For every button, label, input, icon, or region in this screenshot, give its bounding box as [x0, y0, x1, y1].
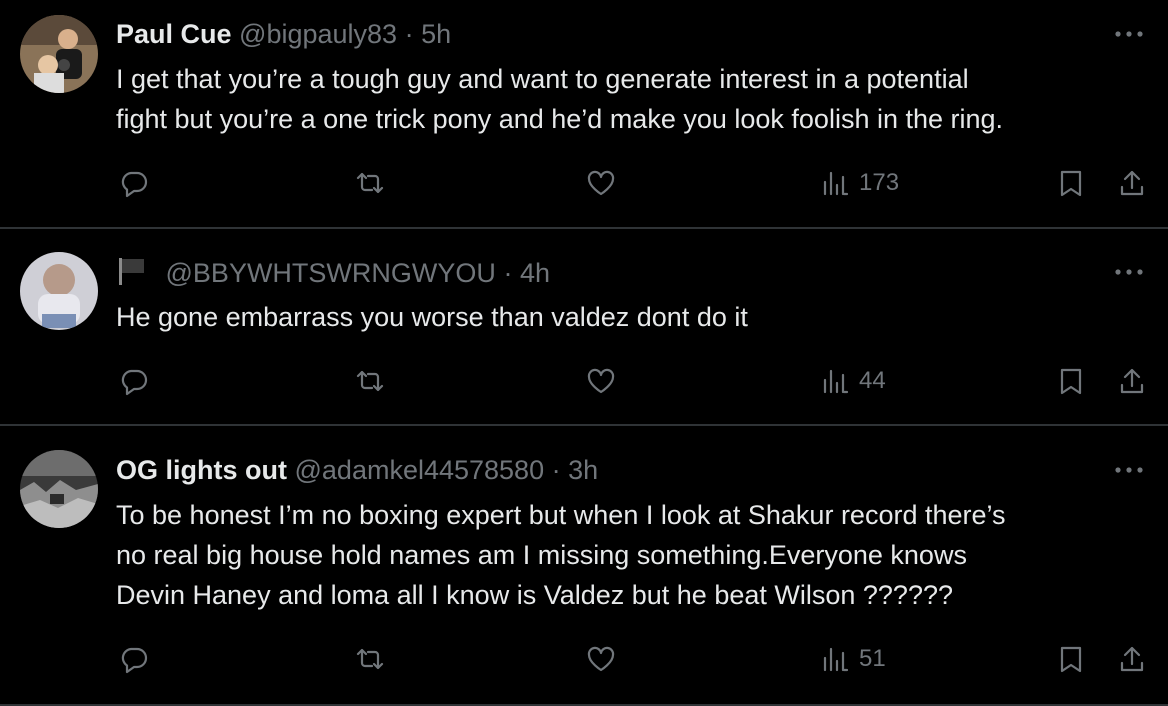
- flag-icon: [116, 256, 148, 293]
- reply-icon: [121, 369, 148, 396]
- avatar[interactable]: [20, 15, 98, 93]
- timestamp[interactable]: 4h: [520, 258, 550, 288]
- share-icon: [1120, 646, 1144, 672]
- reply-button[interactable]: [119, 361, 149, 401]
- tweet-text: To be honest I’m no boxing expert but wh…: [116, 500, 1006, 610]
- like-icon: [587, 170, 615, 196]
- view-count: 51: [859, 645, 886, 672]
- bookmark-button[interactable]: [1056, 163, 1086, 203]
- tweet-text: He gone embarrass you worse than valdez …: [116, 302, 748, 332]
- retweet-button[interactable]: [355, 163, 385, 203]
- more-icon[interactable]: [1112, 24, 1146, 44]
- separator: ·: [551, 455, 561, 485]
- retweet-button[interactable]: [355, 639, 385, 679]
- reply-icon: [121, 647, 148, 674]
- separator: ·: [503, 258, 513, 288]
- retweet-icon: [356, 370, 384, 392]
- like-button[interactable]: [586, 361, 616, 401]
- user-handle[interactable]: @BBYWHTSWRNGWYOU: [166, 258, 496, 288]
- view-count: 173: [859, 169, 900, 196]
- bookmark-icon: [1060, 646, 1082, 673]
- display-name[interactable]: Paul Cue: [116, 19, 232, 49]
- tweet-header: @BBYWHTSWRNGWYOU · 4h: [116, 256, 550, 293]
- like-button[interactable]: [586, 163, 616, 203]
- views-button[interactable]: 173: [821, 163, 899, 203]
- separator: ·: [404, 19, 414, 49]
- share-icon: [1120, 368, 1144, 394]
- share-button[interactable]: [1117, 163, 1147, 203]
- views-button[interactable]: 44: [821, 361, 886, 401]
- avatar[interactable]: [20, 252, 98, 330]
- action-bar: 51: [0, 639, 1168, 679]
- avatar[interactable]: [20, 450, 98, 528]
- tweet-header: OG lights out @adamkel44578580 · 3h: [116, 454, 598, 486]
- view-count: 44: [859, 367, 886, 394]
- views-icon: [823, 647, 849, 672]
- bookmark-icon: [1060, 170, 1082, 197]
- retweet-button[interactable]: [355, 361, 385, 401]
- user-handle[interactable]: @bigpauly83: [239, 19, 397, 49]
- bookmark-button[interactable]: [1056, 361, 1086, 401]
- timestamp[interactable]: 5h: [421, 19, 451, 49]
- share-button[interactable]: [1117, 639, 1147, 679]
- tweet[interactable]: Paul Cue @bigpauly83 · 5h I get that you…: [0, 0, 1168, 227]
- display-name[interactable]: OG lights out: [116, 455, 287, 485]
- tweet-text: I get that you’re a tough guy and want t…: [116, 64, 1004, 134]
- more-icon[interactable]: [1112, 460, 1146, 480]
- views-button[interactable]: 51: [821, 639, 886, 679]
- user-handle[interactable]: @adamkel44578580: [295, 455, 545, 485]
- bookmark-icon: [1060, 368, 1082, 395]
- reply-icon: [121, 171, 148, 198]
- tweet[interactable]: @BBYWHTSWRNGWYOU · 4h He gone embarrass …: [0, 229, 1168, 424]
- views-icon: [823, 171, 849, 196]
- action-bar: 44: [0, 361, 1168, 401]
- action-bar: 173: [0, 163, 1168, 203]
- reply-button[interactable]: [119, 163, 149, 203]
- like-button[interactable]: [586, 639, 616, 679]
- bookmark-button[interactable]: [1056, 639, 1086, 679]
- retweet-icon: [356, 648, 384, 670]
- like-icon: [587, 646, 615, 672]
- more-icon[interactable]: [1112, 262, 1146, 282]
- tweet[interactable]: OG lights out @adamkel44578580 · 3h To b…: [0, 426, 1168, 704]
- tweet-header: Paul Cue @bigpauly83 · 5h: [116, 18, 451, 50]
- reply-button[interactable]: [119, 639, 149, 679]
- share-button[interactable]: [1117, 361, 1147, 401]
- retweet-icon: [356, 172, 384, 194]
- views-icon: [823, 369, 849, 394]
- like-icon: [587, 368, 615, 394]
- timestamp[interactable]: 3h: [568, 455, 598, 485]
- share-icon: [1120, 170, 1144, 196]
